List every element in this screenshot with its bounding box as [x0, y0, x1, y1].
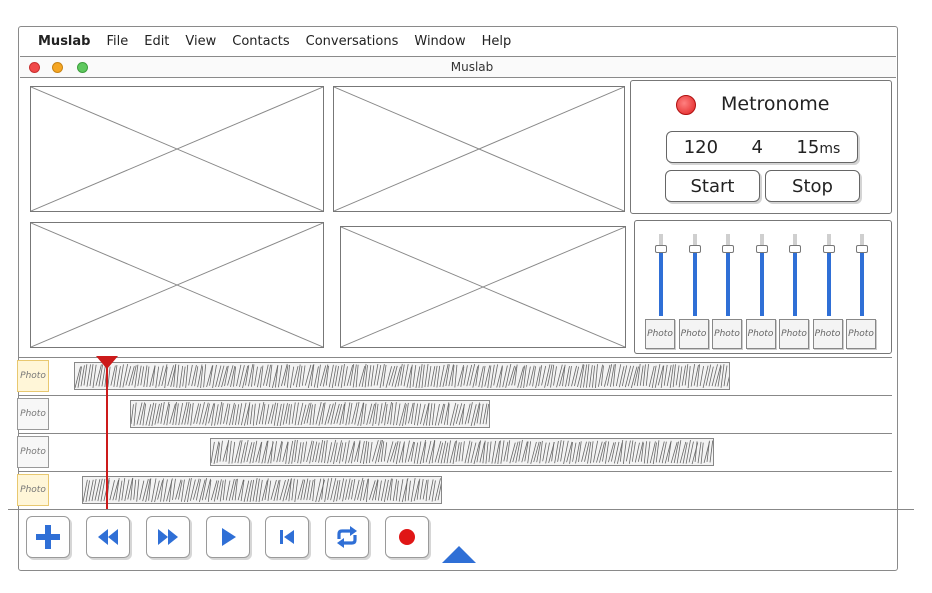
menu-conversations[interactable]: Conversations — [306, 34, 399, 49]
beats-value: 4 — [751, 136, 763, 158]
play-button[interactable] — [206, 516, 250, 558]
skip-to-start-icon — [280, 530, 294, 544]
playhead[interactable] — [106, 360, 108, 510]
fader-knob-6[interactable] — [822, 245, 835, 253]
audio-clip-4[interactable] — [82, 476, 442, 504]
fader-knob-1[interactable] — [655, 245, 667, 253]
rewind-button[interactable] — [86, 516, 130, 558]
fader-knob-4[interactable] — [755, 245, 768, 253]
add-track-button[interactable] — [26, 516, 70, 558]
menu-file[interactable]: File — [106, 34, 128, 49]
channel-thumbnail-3[interactable]: Photo — [712, 319, 742, 349]
expand-panel-icon[interactable] — [442, 546, 476, 563]
window-title: Muslab — [450, 60, 494, 74]
audio-clip-3[interactable] — [210, 438, 714, 466]
track-row-divider — [18, 471, 892, 472]
channel-thumbnail-6[interactable]: Photo — [812, 319, 843, 349]
tempo-value: 120 — [683, 136, 719, 158]
channel-thumbnail-2[interactable]: Photo — [678, 319, 709, 349]
channel-thumbnail-4[interactable]: Photo — [745, 319, 776, 349]
video-placeholder-2 — [333, 86, 625, 212]
menu-app-name[interactable]: Muslab — [38, 34, 90, 49]
stop-button[interactable]: Stop — [765, 170, 860, 202]
fader-track-filled — [860, 249, 864, 316]
track-row-divider — [18, 433, 892, 434]
menu-contacts[interactable]: Contacts — [232, 34, 289, 49]
fader-knob-3[interactable] — [722, 245, 734, 253]
video-placeholder-4 — [340, 226, 626, 348]
fader-track-filled — [826, 249, 831, 316]
track-thumbnail-3[interactable]: Photo — [17, 436, 49, 468]
track-thumbnail-4[interactable]: Photo — [17, 474, 49, 506]
loop-icon — [337, 526, 357, 548]
track-row-divider — [18, 395, 892, 396]
fader-knob-2[interactable] — [688, 245, 701, 253]
rewind-icon — [98, 529, 118, 545]
fader-knob-7[interactable] — [856, 245, 868, 253]
video-placeholder-1 — [30, 86, 324, 212]
menu-edit[interactable]: Edit — [144, 34, 169, 49]
menu-view[interactable]: View — [185, 34, 216, 49]
audio-clip-2[interactable] — [130, 400, 490, 428]
metronome-indicator-icon — [676, 95, 696, 115]
fader-track-filled — [692, 249, 697, 316]
start-button[interactable]: Start — [665, 170, 760, 202]
menu-window[interactable]: Window — [414, 34, 465, 49]
fader-track-filled — [659, 249, 663, 316]
track-thumbnail-2[interactable]: Photo — [17, 398, 49, 430]
menu-help[interactable]: Help — [482, 34, 512, 49]
channel-thumbnail-5[interactable]: Photo — [779, 319, 809, 349]
audio-clip-1[interactable] — [74, 362, 730, 390]
metronome-settings-field[interactable]: 120 4 15ms — [666, 131, 858, 163]
fader-track-filled — [759, 249, 764, 316]
track-thumbnail-1[interactable]: Photo — [17, 360, 49, 392]
record-button[interactable] — [385, 516, 429, 558]
fast-forward-icon — [158, 529, 178, 545]
loop-button[interactable] — [325, 516, 369, 558]
channel-thumbnail-1[interactable]: Photo — [645, 319, 675, 349]
add-icon — [36, 525, 60, 549]
channel-thumbnail-7[interactable]: Photo — [846, 319, 876, 349]
transport-divider — [8, 509, 914, 511]
metronome-label: Metronome — [721, 93, 830, 115]
latency-value: 15ms — [796, 136, 841, 158]
fader-track-filled — [726, 249, 730, 316]
fader-knob-5[interactable] — [789, 245, 801, 253]
menu-bar: Muslab File Edit View Contacts Conversat… — [26, 30, 894, 52]
fast-forward-button[interactable] — [146, 516, 190, 558]
playhead-marker-icon[interactable] — [96, 356, 118, 369]
record-icon — [399, 529, 415, 545]
play-icon — [222, 528, 236, 546]
video-placeholder-3 — [30, 222, 324, 348]
fader-track-filled — [793, 249, 797, 316]
skip-to-start-button[interactable] — [265, 516, 309, 558]
